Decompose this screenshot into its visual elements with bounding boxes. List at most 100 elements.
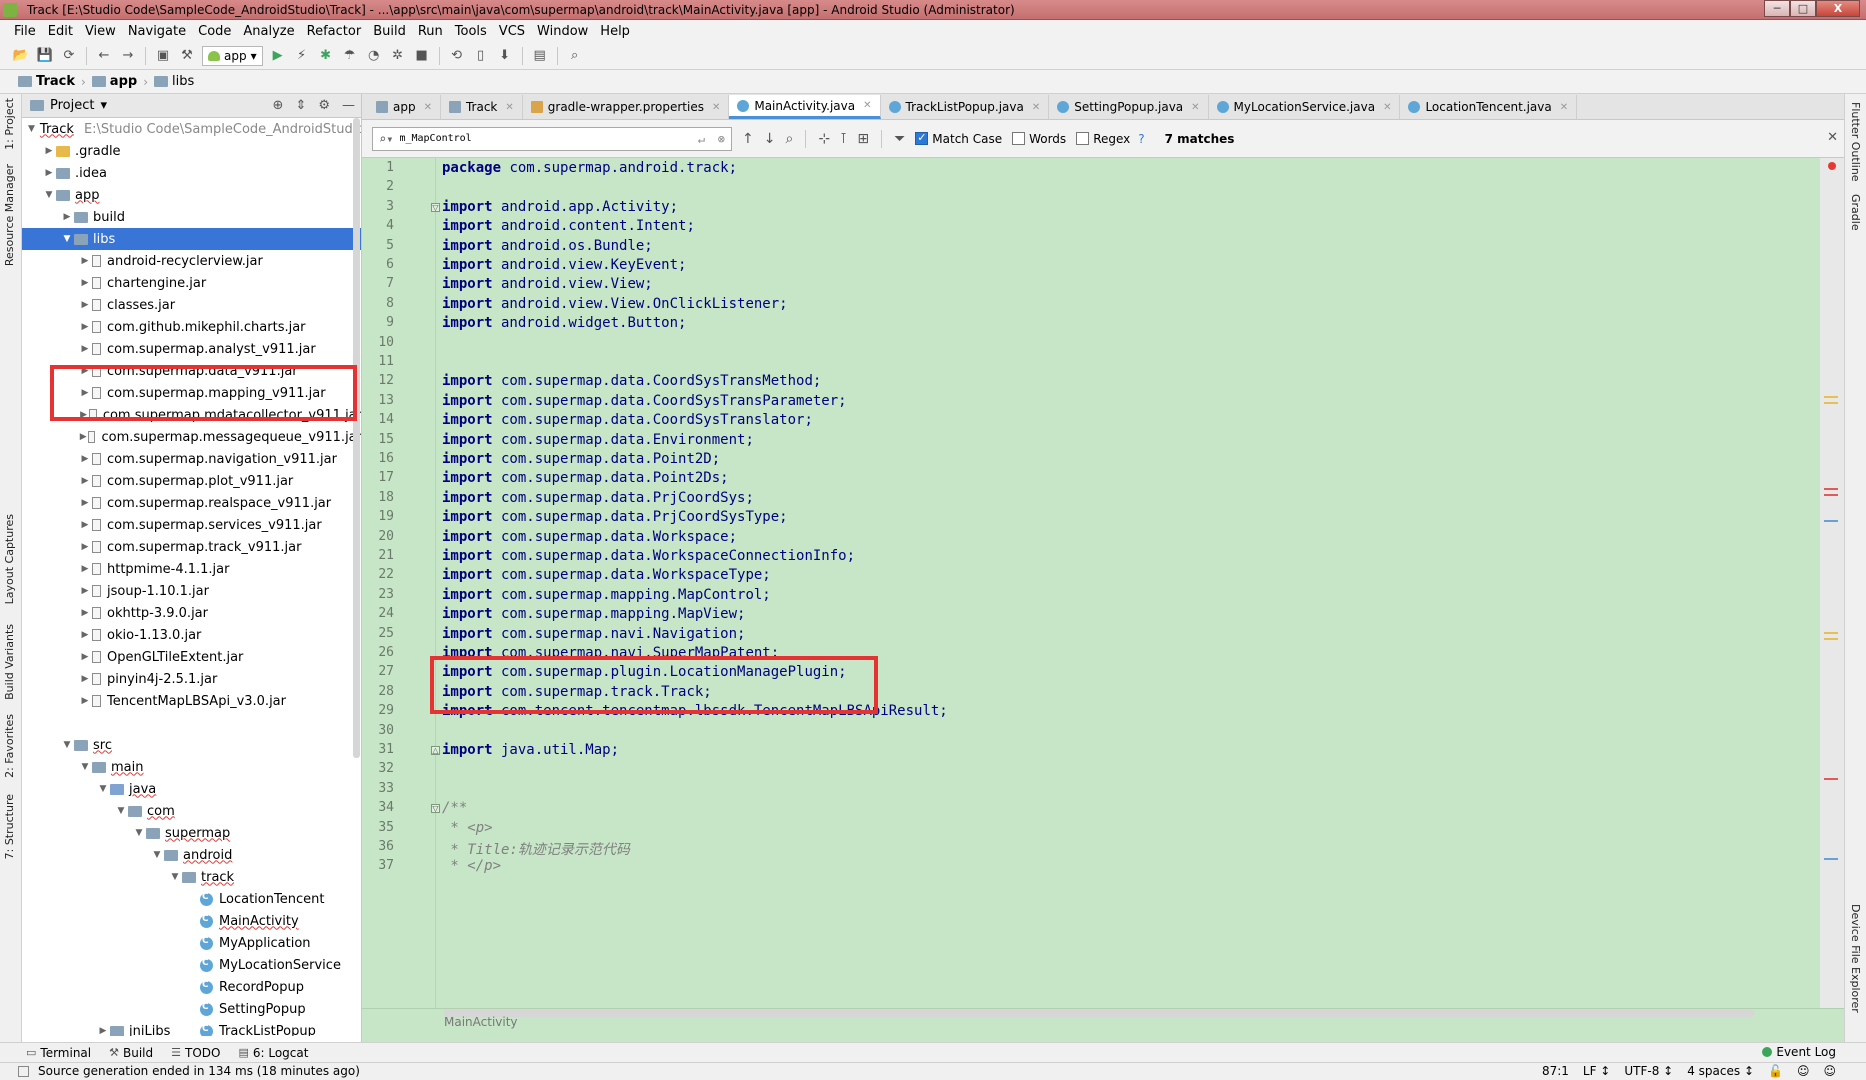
todo-tool-button[interactable]: ☰ TODO [171,1046,220,1060]
tree-node-jar[interactable]: ▶ classes.jar [22,294,361,316]
expand-arrow-icon[interactable]: ▼ [150,850,164,860]
regex-checkbox[interactable]: Regex ? [1076,132,1145,146]
line-number-gutter[interactable]: 1 2 3 ▽ 4 5 6 7 8 9 10 11 12 13 14 15 16 17 18 19 20 21 22 23 24… [362,158,440,1008]
tree-node-build[interactable]: ▶ build [22,206,361,228]
collapse-arrow-icon[interactable]: ▶ [78,256,92,266]
collapse-arrow-icon[interactable]: ▶ [78,586,92,596]
tree-node-class[interactable]: SettingPopup [22,998,361,1020]
tree-node-class[interactable]: MyApplication [22,932,361,954]
find-all-icon[interactable]: ⌕ [785,131,793,147]
breadcrumb-item-app[interactable]: app [91,74,137,89]
menu-edit[interactable]: Edit [48,24,73,39]
tree-node-class[interactable]: LocationTencent [22,888,361,910]
apply-changes-icon[interactable]: ⚡ [293,47,311,65]
hide-icon[interactable]: — [342,98,355,113]
menu-code[interactable]: Code [198,24,231,39]
breadcrumb-item-libs[interactable]: libs [154,74,194,89]
collapse-arrow-icon[interactable]: ▶ [78,498,92,508]
close-icon[interactable]: ✕ [1827,130,1838,145]
run-configuration-dropdown[interactable]: app ▾ [202,45,263,66]
tree-node-jar[interactable]: ▶ com.supermap.navigation_v911.jar [22,448,361,470]
tree-node-class[interactable]: MyLocationService [22,954,361,976]
tool-tab-build-variants[interactable]: Build Variants [3,624,16,700]
collapse-arrow-icon[interactable]: ▶ [78,674,92,684]
back-arrow-icon[interactable]: ← [95,47,113,65]
collapse-arrow-icon[interactable]: ▶ [78,344,92,354]
fold-marker-icon[interactable]: ▽ [431,202,440,212]
menu-view[interactable]: View [85,24,116,39]
expand-arrow-icon[interactable]: ▼ [78,762,92,772]
collapse-arrow-icon[interactable]: ▶ [78,520,92,530]
match-case-checkbox[interactable]: Match Case [915,131,1002,146]
expand-arrow-icon[interactable]: ▼ [42,190,56,200]
tree-node-jar[interactable]: ▶ pinyin4j-2.5.1.jar [22,668,361,690]
checkbox-unchecked[interactable] [1012,132,1026,145]
tree-node-jnilibs[interactable]: ▶ jniLibs [22,1020,361,1036]
tree-node-src[interactable]: ▼ src [22,734,361,756]
add-occurrence-icon[interactable]: ⊹ [818,131,830,147]
warning-marker[interactable] [1824,638,1838,640]
remove-occurrence-icon[interactable]: ⊺ [840,131,847,147]
tree-node-jar[interactable]: ▶ okio-1.13.0.jar [22,624,361,646]
tool-tab-layout-captures[interactable]: Layout Captures [3,514,16,604]
tree-node-jar[interactable]: ▶ com.supermap.services_v911.jar [22,514,361,536]
caret-position[interactable]: 87:1 [1542,1064,1569,1078]
tree-node-idea[interactable]: ▶ .idea [22,162,361,184]
gear-icon[interactable]: ⚙ [318,98,330,113]
line-separator[interactable]: LF ↕ [1583,1064,1610,1078]
project-view-selector[interactable]: Project [50,98,94,113]
collapse-arrow-icon[interactable]: ▶ [78,564,92,574]
notification-icon[interactable]: ☺ [1823,1064,1836,1078]
collapse-all-icon[interactable]: ⇕ [295,98,306,113]
fold-marker-icon[interactable]: ▽ [431,804,440,814]
editor-tab[interactable]: MyLocationService.java ✕ [1209,95,1401,119]
logcat-tool-button[interactable]: ▤ 6: Logcat [238,1046,308,1060]
warning-marker[interactable] [1824,632,1838,634]
tree-node-track-package[interactable]: ▼ track [22,866,361,888]
tree-node-jar[interactable]: ▶ OpenGLTileExtent.jar [22,646,361,668]
collapse-arrow-icon[interactable]: ▶ [78,300,92,310]
tree-scrollbar[interactable] [353,118,360,758]
close-tab-icon[interactable]: ✕ [863,100,871,111]
run-icon[interactable]: ▶ [269,47,287,65]
tool-tab-device-file-explorer[interactable]: Device File Explorer [1849,904,1862,1013]
locate-target-icon[interactable]: ⊕ [273,98,284,113]
tool-tab-resource-manager[interactable]: Resource Manager [3,164,16,266]
fold-marker-icon[interactable]: △ [431,746,440,755]
collapse-arrow-icon[interactable]: ▶ [78,278,92,288]
clear-search-icon[interactable]: ⊗ [718,132,725,146]
close-tab-icon[interactable]: ✕ [1191,102,1199,113]
close-tab-icon[interactable]: ✕ [1383,102,1391,113]
menu-analyze[interactable]: Analyze [243,24,294,39]
build-tool-button[interactable]: ⚒ Build [109,1046,153,1060]
error-marker[interactable] [1824,488,1838,490]
tool-tab-project[interactable]: 1: Project [3,98,16,150]
editor-tab[interactable]: MainActivity.java ✕ [729,95,881,119]
next-occurrence-icon[interactable]: ↓ [764,131,776,147]
make-project-hammer-icon[interactable]: ⚒ [178,47,196,65]
code-editor[interactable]: 1 2 3 ▽ 4 5 6 7 8 9 10 11 12 13 14 15 16 17 18 19 20 21 22 23 24… [362,158,1844,1008]
menu-file[interactable]: File [14,24,36,39]
error-stripe[interactable] [1820,158,1844,1008]
tree-node-supermap[interactable]: ▼ supermap [22,822,361,844]
close-tab-icon[interactable]: ✕ [1560,102,1568,113]
tree-node-jar[interactable]: ▶ com.supermap.plot_v911.jar [22,470,361,492]
tree-node-jar[interactable]: ▶ httpmime-4.1.1.jar [22,558,361,580]
close-tab-icon[interactable]: ✕ [1032,102,1040,113]
breadcrumb-item-track[interactable]: Track [18,74,75,89]
chevron-down-icon[interactable]: ▾ [100,98,107,113]
tree-node-jar[interactable]: ▶ com.supermap.analyst_v911.jar [22,338,361,360]
maximize-button[interactable]: □ [1790,0,1816,17]
editor-tab[interactable]: Track ✕ [441,95,523,119]
save-all-icon[interactable]: 💾 [36,47,54,65]
tree-node-class[interactable]: MainActivity [22,910,361,932]
close-tab-icon[interactable]: ✕ [424,102,432,113]
tree-node-app[interactable]: ▼ app [22,184,361,206]
tree-node-jar[interactable]: ▶ chartengine.jar [22,272,361,294]
tree-node-track[interactable]: ▼ Track E:\Studio Code\SampleCode_Androi… [22,118,361,140]
tree-node-com[interactable]: ▼ com [22,800,361,822]
collapse-arrow-icon[interactable]: ▶ [78,454,92,464]
tool-tab-favorites[interactable]: 2: Favorites [3,714,16,778]
tree-node-android[interactable]: ▼ android [22,844,361,866]
expand-arrow-icon[interactable]: ▼ [28,124,35,134]
